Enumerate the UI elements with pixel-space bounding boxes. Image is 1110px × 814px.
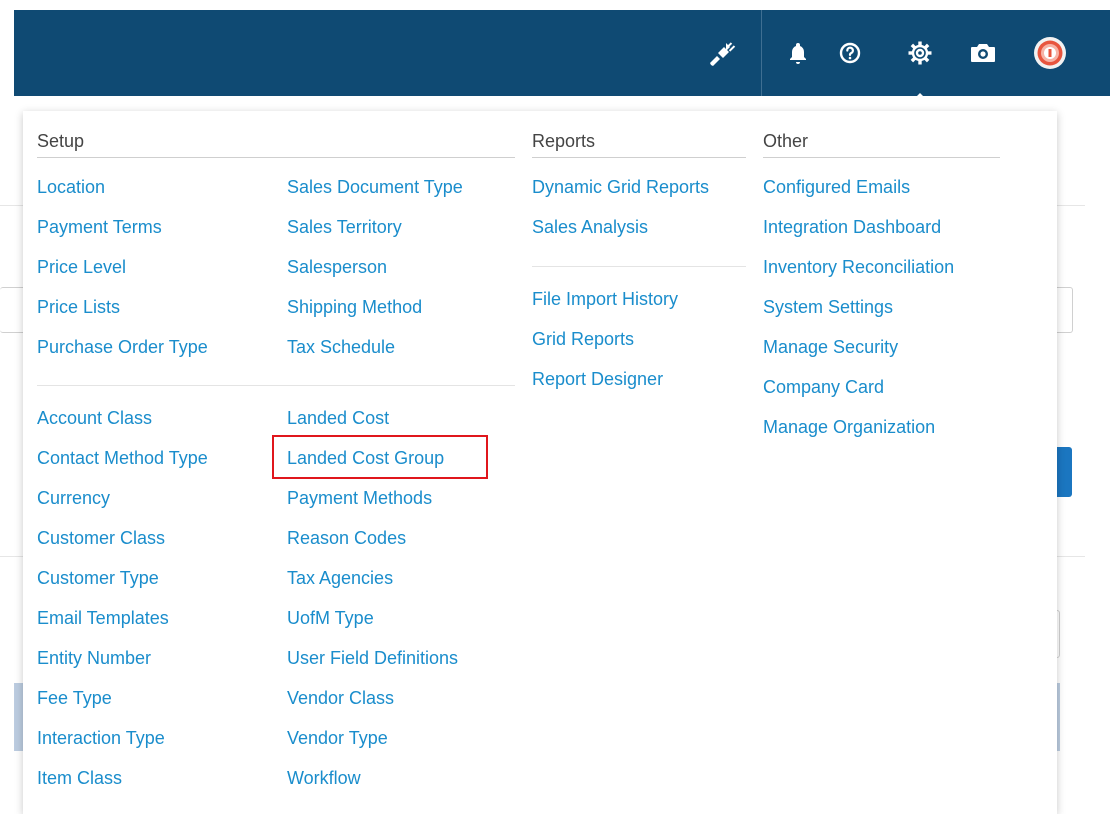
menu-item-payment-methods[interactable]: Payment Methods: [287, 487, 432, 509]
menu-item-currency[interactable]: Currency: [37, 487, 110, 509]
bell-icon[interactable]: [784, 39, 812, 67]
menu-item-purchase-order-type[interactable]: Purchase Order Type: [37, 336, 208, 358]
reports-heading: Reports: [532, 131, 746, 158]
menu-item-manage-security[interactable]: Manage Security: [763, 336, 898, 358]
menu-item-price-level[interactable]: Price Level: [37, 256, 126, 278]
toolbar-divider: [761, 10, 762, 96]
menu-item-sales-document-type[interactable]: Sales Document Type: [287, 176, 463, 198]
menu-item-file-import-history[interactable]: File Import History: [532, 288, 678, 310]
menu-item-dynamic-grid-reports[interactable]: Dynamic Grid Reports: [532, 176, 709, 198]
menu-item-uofm-type[interactable]: UofM Type: [287, 607, 374, 629]
menu-item-vendor-type[interactable]: Vendor Type: [287, 727, 388, 749]
other-heading: Other: [763, 131, 1000, 158]
highlight-box: [272, 435, 488, 479]
top-navigation-bar: [14, 10, 1110, 96]
setup-heading: Setup: [37, 131, 515, 158]
help-icon[interactable]: [836, 39, 864, 67]
menu-item-integration-dashboard[interactable]: Integration Dashboard: [763, 216, 941, 238]
menu-item-tax-schedule[interactable]: Tax Schedule: [287, 336, 395, 358]
menu-item-landed-cost[interactable]: Landed Cost: [287, 407, 389, 429]
menu-item-salesperson[interactable]: Salesperson: [287, 256, 387, 278]
menu-item-grid-reports[interactable]: Grid Reports: [532, 328, 634, 350]
menu-item-reason-codes[interactable]: Reason Codes: [287, 527, 406, 549]
avatar[interactable]: [1033, 36, 1067, 70]
menu-item-user-field-definitions[interactable]: User Field Definitions: [287, 647, 458, 669]
menu-item-fee-type[interactable]: Fee Type: [37, 687, 112, 709]
camera-icon[interactable]: [967, 39, 999, 67]
menu-item-contact-method-type[interactable]: Contact Method Type: [37, 447, 208, 469]
menu-item-tax-agencies[interactable]: Tax Agencies: [287, 567, 393, 589]
menu-item-entity-number[interactable]: Entity Number: [37, 647, 151, 669]
menu-item-location[interactable]: Location: [37, 176, 105, 198]
menu-item-payment-terms[interactable]: Payment Terms: [37, 216, 162, 238]
menu-item-customer-class[interactable]: Customer Class: [37, 527, 165, 549]
menu-item-company-card[interactable]: Company Card: [763, 376, 884, 398]
menu-item-account-class[interactable]: Account Class: [37, 407, 152, 429]
menu-item-interaction-type[interactable]: Interaction Type: [37, 727, 165, 749]
menu-item-workflow[interactable]: Workflow: [287, 767, 361, 789]
menu-item-price-lists[interactable]: Price Lists: [37, 296, 120, 318]
menu-item-customer-type[interactable]: Customer Type: [37, 567, 159, 589]
menu-item-email-templates[interactable]: Email Templates: [37, 607, 169, 629]
menu-item-sales-analysis[interactable]: Sales Analysis: [532, 216, 648, 238]
menu-item-manage-organization[interactable]: Manage Organization: [763, 416, 935, 438]
menu-item-report-designer[interactable]: Report Designer: [532, 368, 663, 390]
menu-item-item-class[interactable]: Item Class: [37, 767, 122, 789]
menu-item-sales-territory[interactable]: Sales Territory: [287, 216, 402, 238]
setup-group-separator: [37, 385, 515, 386]
menu-item-configured-emails[interactable]: Configured Emails: [763, 176, 910, 198]
menu-item-system-settings[interactable]: System Settings: [763, 296, 893, 318]
menu-caret: [902, 93, 938, 111]
gear-icon[interactable]: [905, 38, 935, 68]
menu-item-shipping-method[interactable]: Shipping Method: [287, 296, 422, 318]
menu-item-inventory-reconciliation[interactable]: Inventory Reconciliation: [763, 256, 954, 278]
reports-group-separator: [532, 266, 746, 267]
menu-item-vendor-class[interactable]: Vendor Class: [287, 687, 394, 709]
plug-icon[interactable]: [708, 38, 738, 68]
